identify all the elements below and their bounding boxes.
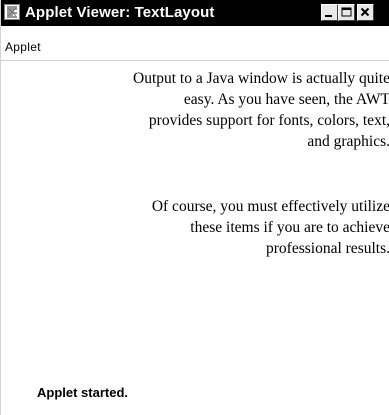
paragraph: Of course, you must effectively utilize … <box>1 196 389 259</box>
text-line: and graphics. <box>307 133 389 150</box>
text-line: provides support for fonts, colors, text… <box>148 112 389 129</box>
menu-bar: Applet <box>1 40 389 58</box>
menu-applet[interactable]: Applet <box>5 40 41 54</box>
text-line: Of course, you must effectively utilize <box>151 198 389 215</box>
minimize-button[interactable] <box>321 4 338 21</box>
minimize-icon <box>322 5 337 20</box>
menu-divider <box>1 60 389 61</box>
text-line: Output to a Java window is actually quit… <box>133 70 389 87</box>
text-line: easy. As you have seen, the AWT <box>183 91 389 108</box>
status-text: Applet started. <box>37 385 129 400</box>
applet-viewer-icon[interactable] <box>4 4 20 20</box>
paragraph: Output to a Java window is actually quit… <box>1 68 389 152</box>
maximize-icon <box>339 5 354 20</box>
text-line: these items if you are to achieve <box>190 219 389 236</box>
maximize-button[interactable] <box>338 4 355 21</box>
close-icon <box>358 5 373 20</box>
applet-viewer-window: Applet Viewer: TextLayout Applet Output … <box>0 0 389 415</box>
title-bar[interactable]: Applet Viewer: TextLayout <box>1 0 389 26</box>
text-line: professional results. <box>266 240 389 257</box>
close-button[interactable] <box>357 4 374 21</box>
window-title: Applet Viewer: TextLayout <box>25 4 215 21</box>
applet-content-area: Output to a Java window is actually quit… <box>1 68 389 358</box>
